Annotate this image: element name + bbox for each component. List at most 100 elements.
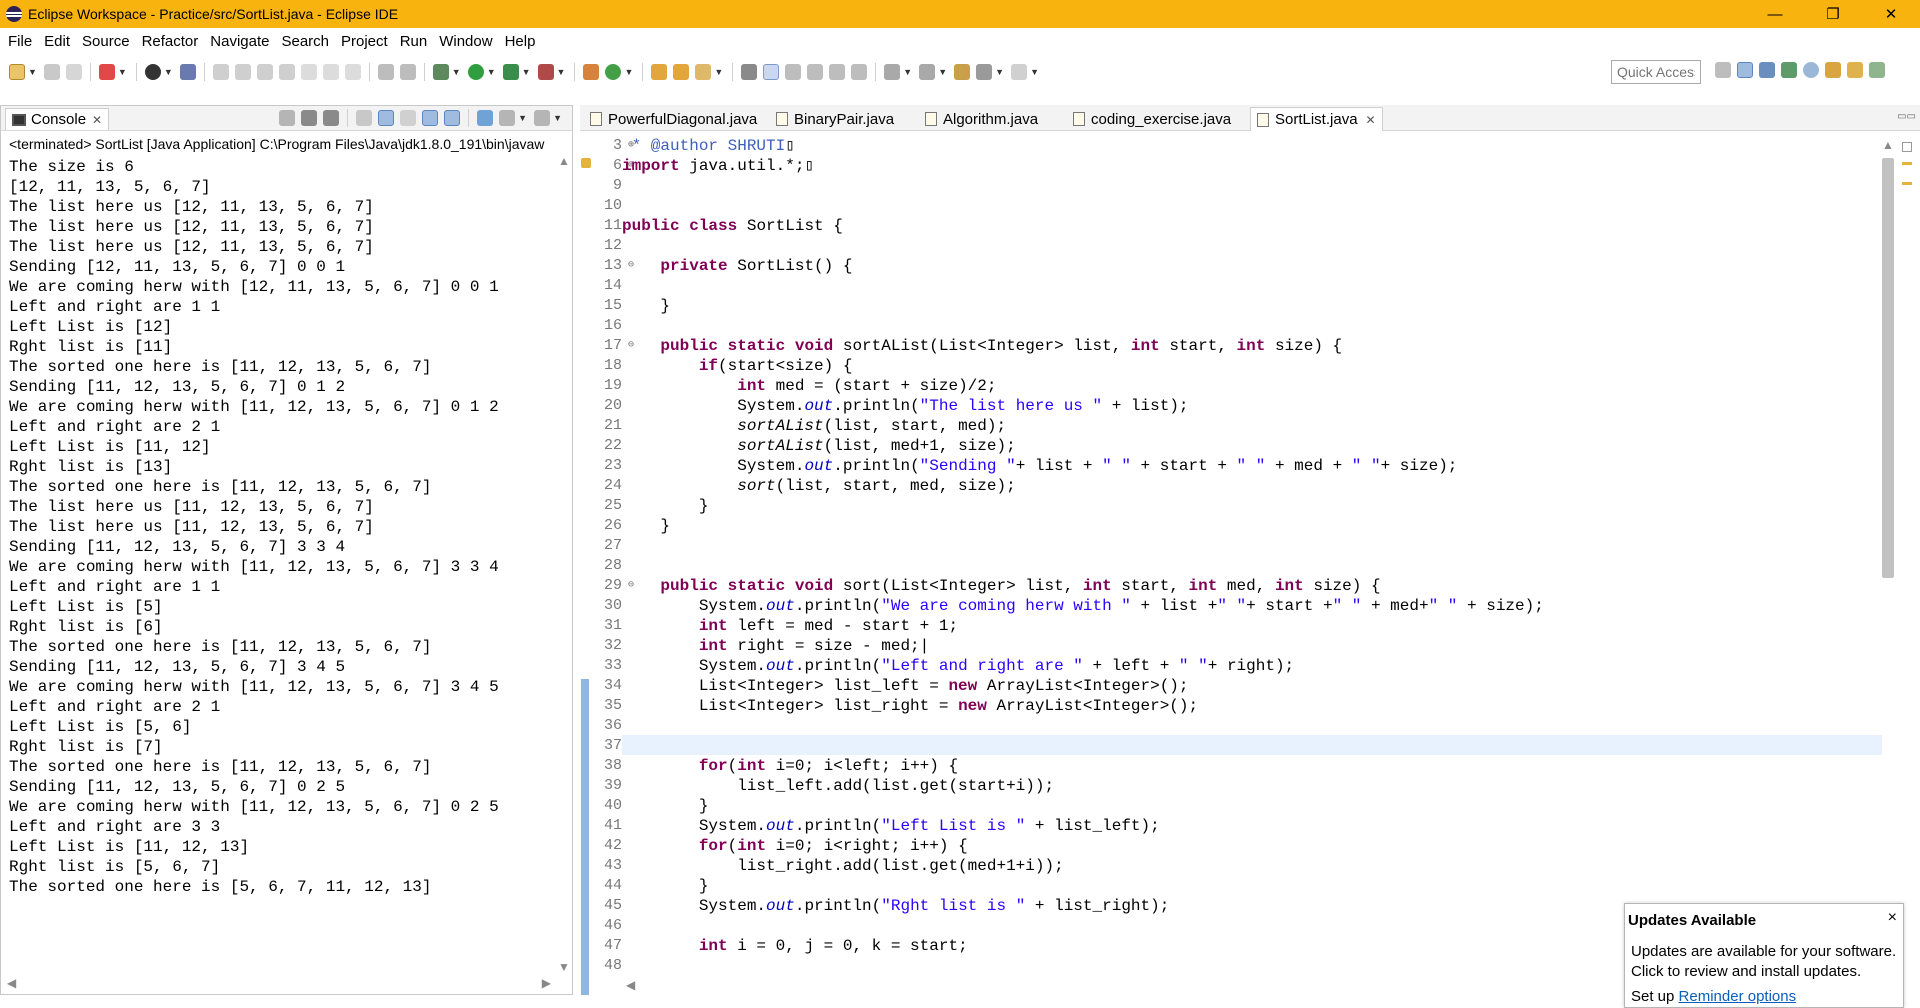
coverage-dropdown-icon[interactable]: ▼ xyxy=(522,67,531,77)
editor-vertical-scrollbar[interactable]: ▲ xyxy=(1879,136,1895,976)
external-tools-icon[interactable] xyxy=(537,64,554,80)
word-wrap-icon[interactable] xyxy=(829,64,846,80)
toggle-mark-occurrences-icon[interactable] xyxy=(763,64,780,80)
remove-all-terminated-icon[interactable] xyxy=(323,110,340,126)
next-annotation-icon[interactable] xyxy=(884,64,901,80)
console-output[interactable]: The size is 6 [12, 11, 13, 5, 6, 7] The li… xyxy=(9,157,553,973)
save-icon[interactable] xyxy=(43,64,60,80)
show-on-stdout-icon[interactable] xyxy=(422,110,439,126)
java-ee-icon[interactable] xyxy=(98,64,115,80)
code-line[interactable]: import java.util.*;▯ xyxy=(622,156,1882,176)
menu-source[interactable]: Source xyxy=(76,33,136,50)
menu-navigate[interactable]: Navigate xyxy=(204,33,275,50)
tab-console[interactable]: Console ✕ xyxy=(5,108,110,130)
code-line[interactable]: for(int i=0; i<left; i++) { xyxy=(622,756,1882,776)
menu-run[interactable]: Run xyxy=(394,33,434,50)
console-vertical-scrollbar[interactable]: ▲ ▼ xyxy=(556,154,570,974)
dropdown-icon[interactable]: ▼ xyxy=(118,67,127,77)
clear-console-icon[interactable] xyxy=(356,110,373,126)
scroll-down-arrow-icon[interactable]: ▼ xyxy=(558,960,570,974)
warning-marker[interactable] xyxy=(1902,162,1912,165)
code-line[interactable]: if(start<size) { xyxy=(622,356,1882,376)
menu-window[interactable]: Window xyxy=(433,33,498,50)
scroll-right-arrow-icon[interactable]: ▶ xyxy=(542,976,551,990)
menu-file[interactable]: File xyxy=(2,33,38,50)
team-perspective-icon[interactable] xyxy=(1825,62,1841,78)
java-ee-perspective-icon[interactable] xyxy=(1737,62,1753,78)
menu-project[interactable]: Project xyxy=(335,33,394,50)
code-line[interactable]: System.out.println("The list here us " +… xyxy=(622,396,1882,416)
tab-powerfuldiagonal-java[interactable]: PowerfulDiagonal.java xyxy=(584,107,763,131)
previous-annotation-dropdown-icon[interactable]: ▼ xyxy=(938,67,947,77)
previous-annotation-icon[interactable] xyxy=(919,64,936,80)
updates-available-notification[interactable]: Updates Available × Updates are availabl… xyxy=(1624,903,1904,1008)
code-line[interactable]: } xyxy=(622,876,1882,896)
menu-refactor[interactable]: Refactor xyxy=(136,33,205,50)
quick-access-input[interactable] xyxy=(1611,60,1701,84)
skip-breakpoints-icon[interactable] xyxy=(179,64,196,80)
code-line[interactable]: List<Integer> list_right = new ArrayList… xyxy=(622,696,1882,716)
back-dropdown-icon[interactable]: ▼ xyxy=(995,67,1004,77)
debug-perspective-icon[interactable] xyxy=(1781,62,1797,78)
tab-algorithm-java[interactable]: Algorithm.java xyxy=(919,107,1044,131)
menu-help[interactable]: Help xyxy=(499,33,542,50)
code-line[interactable]: private SortList() { xyxy=(622,256,1882,276)
toggle-breadcrumb-icon[interactable] xyxy=(785,64,802,80)
code-line[interactable] xyxy=(622,236,1882,256)
code-line[interactable]: list_right.add(list.get(med+1+i)); xyxy=(622,856,1882,876)
show-on-stderr-icon[interactable] xyxy=(444,110,461,126)
code-text-area[interactable]: * @author SHRUTI▯ import java.util.*;▯ pub… xyxy=(622,136,1882,976)
code-line[interactable]: System.out.println("Sending "+ list + " … xyxy=(622,456,1882,476)
step-over-icon[interactable] xyxy=(322,64,339,80)
tab-sortlist-java[interactable]: SortList.java ✕ xyxy=(1250,107,1383,131)
terminate-icon[interactable] xyxy=(256,64,273,80)
scroll-up-arrow-icon[interactable]: ▲ xyxy=(558,154,570,168)
display-console-dropdown-icon[interactable]: ▼ xyxy=(518,113,527,123)
overview-summary-icon[interactable] xyxy=(1902,142,1912,152)
pin-console-icon[interactable] xyxy=(477,110,494,126)
new-class-icon[interactable] xyxy=(605,64,622,80)
step-return-icon[interactable] xyxy=(344,64,361,80)
show-whitespace-icon[interactable] xyxy=(851,64,868,80)
tab-binarypair-java[interactable]: BinaryPair.java xyxy=(770,107,900,131)
web-perspective-icon[interactable] xyxy=(1869,62,1885,78)
close-window-button[interactable]: ✕ xyxy=(1862,0,1920,28)
display-selected-console-icon[interactable] xyxy=(499,110,516,126)
drop-to-frame-icon[interactable] xyxy=(377,64,394,80)
scroll-up-arrow-icon[interactable]: ▲ xyxy=(1882,138,1894,152)
code-line[interactable]: public static void sortAList(List<Intege… xyxy=(622,336,1882,356)
close-notification-icon[interactable]: × xyxy=(1888,909,1897,927)
last-edit-location-icon[interactable] xyxy=(954,64,971,80)
code-line[interactable] xyxy=(622,536,1882,556)
open-console-icon[interactable] xyxy=(534,110,551,126)
close-tab-icon[interactable]: ✕ xyxy=(1366,113,1376,127)
dropdown-icon[interactable]: ▼ xyxy=(164,67,173,77)
code-line[interactable] xyxy=(622,276,1882,296)
block-selection-icon[interactable] xyxy=(807,64,824,80)
code-line[interactable]: * @author SHRUTI▯ xyxy=(622,136,1882,156)
new-dropdown-icon[interactable]: ▼ xyxy=(28,67,37,77)
git-perspective-icon[interactable] xyxy=(1803,62,1819,78)
code-line[interactable]: sortAList(list, start, med); xyxy=(622,416,1882,436)
code-line[interactable]: } xyxy=(622,516,1882,536)
tab-coding-exercise-java[interactable]: coding_exercise.java xyxy=(1067,107,1237,131)
console-horizontal-scrollbar[interactable]: ◀ ▶ xyxy=(3,976,555,992)
open-type-icon[interactable] xyxy=(651,64,668,80)
code-line[interactable] xyxy=(622,176,1882,196)
open-console-dropdown-icon[interactable]: ▼ xyxy=(553,113,562,123)
java-perspective-icon[interactable] xyxy=(1759,62,1775,78)
reminder-options-link[interactable]: Reminder options xyxy=(1679,988,1797,1005)
code-line[interactable] xyxy=(622,736,1882,756)
next-annotation-dropdown-icon[interactable]: ▼ xyxy=(903,67,912,77)
disconnect-icon[interactable] xyxy=(278,64,295,80)
new-java-project-icon[interactable] xyxy=(583,64,600,80)
save-all-icon[interactable] xyxy=(65,64,82,80)
search-dropdown-icon[interactable]: ▼ xyxy=(714,67,723,77)
warning-marker[interactable] xyxy=(1902,182,1912,185)
menu-search[interactable]: Search xyxy=(275,33,335,50)
new-icon[interactable] xyxy=(9,64,25,80)
forward-dropdown-icon[interactable]: ▼ xyxy=(1030,67,1039,77)
minimize-button[interactable]: — xyxy=(1746,0,1804,28)
close-console-tab-icon[interactable]: ✕ xyxy=(92,113,102,127)
scroll-left-arrow-icon[interactable]: ◀ xyxy=(626,978,635,992)
